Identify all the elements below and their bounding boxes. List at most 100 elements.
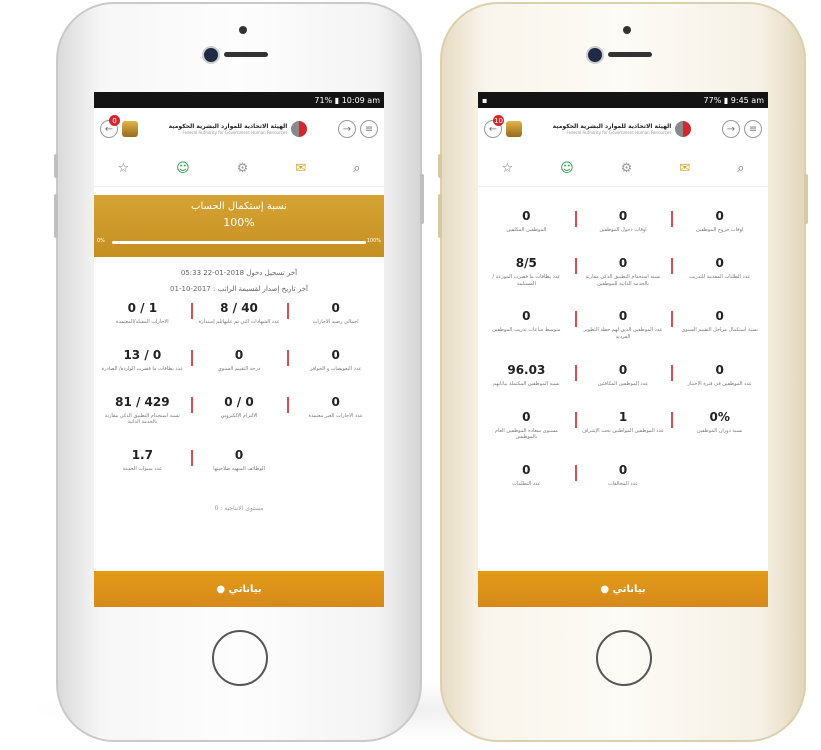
- app-header: ← 0 الهيئة الاتحادية للموارد البشرية الح…: [94, 108, 384, 150]
- stat-label: نسبة دوران الموظفين: [696, 427, 743, 434]
- productivity-level: مستوى الانتاجية : 0: [214, 504, 264, 512]
- stat-tile[interactable]: 0 الموظفين المكلفين: [478, 209, 575, 234]
- favorites-icon[interactable]: ☆: [501, 161, 513, 176]
- status-time: 71% ▮ 10:09 am: [314, 95, 380, 105]
- stat-label: نسبة استكمال مراحل التقييم السنوي: [681, 327, 759, 334]
- stat-label: نسبة استخدام التطبيق الذكي مقارنة بالخدم…: [104, 412, 180, 426]
- org-subtitle: Federal Authority for Government Human R…: [182, 129, 288, 135]
- home-button[interactable]: [212, 630, 268, 686]
- notification-badge[interactable]: 10: [493, 115, 504, 126]
- stat-value: 0: [522, 409, 531, 424]
- stat-label: متوسط ساعات تدريب الموظفين: [492, 327, 561, 334]
- search-icon[interactable]: ⌕: [353, 161, 360, 176]
- favorites-icon[interactable]: ☆: [117, 161, 129, 176]
- stat-tile[interactable]: 0 اجمالي رصيد الاجازات: [287, 301, 384, 326]
- stat-tile[interactable]: 0 عدد الموظفين الذين لهم خطة التطوير الفر…: [574, 309, 672, 341]
- app-screen: ▪ 77% ▮ 9:45 am ← 10 الهيئة الاتحادية لل…: [478, 92, 768, 607]
- stat-divider: [574, 311, 577, 328]
- menu-button[interactable]: ≡: [744, 120, 762, 138]
- stat-tile[interactable]: 0 عدد التظلمات: [478, 463, 575, 488]
- stat-tile[interactable]: 0 متوسط ساعات تدريب الموظفين: [478, 309, 575, 341]
- stat-label: الاجازات المقبله/المعتمدة: [116, 319, 169, 325]
- stat-label: اوقات دخول الموظفين: [599, 227, 647, 233]
- stat-label: الوظائف المتهية صلاحيتها: [213, 466, 265, 472]
- front-camera: [588, 48, 602, 62]
- menu-button[interactable]: ≡: [360, 120, 378, 138]
- forward-button[interactable]: →: [338, 120, 356, 138]
- stat-value: 0 / 1: [127, 301, 158, 315]
- front-camera: [204, 48, 218, 62]
- stat-tile[interactable]: 0 الوظائف المتهية صلاحيتها: [190, 448, 288, 473]
- stat-value: 8 / 40: [220, 301, 258, 315]
- home-button[interactable]: [596, 630, 652, 686]
- stat-divider: [574, 257, 577, 274]
- stat-tile[interactable]: 1 عدد الموظفين المواطنين تحت الإشراف: [574, 409, 672, 442]
- stat-label: اوقات خروج الموظفين: [696, 227, 744, 233]
- stat-tile[interactable]: 0 عدد الاجازات الغير معتمدة: [287, 395, 384, 427]
- stat-tile[interactable]: [671, 463, 768, 488]
- stat-value: 81 / 429: [115, 394, 170, 409]
- stat-tile[interactable]: 8 / 40 عدد الشهادات التي تم عليهاثلم إستد…: [190, 301, 288, 326]
- stat-label: مستوى سعادة الموظفين العام بالموظفين: [494, 427, 558, 441]
- progress-value: 100%: [223, 216, 255, 229]
- stat-tile[interactable]: 8/5 عدد بطاقات ما قصرت الموزعة / المستلمة: [478, 256, 575, 288]
- progress-min-label: 0%: [97, 238, 105, 244]
- stat-tile[interactable]: 0 درجة التقييم السنوي: [190, 347, 288, 373]
- stat-tile[interactable]: 0 نسبة استخدام التطبيق الذكي مقارنة بالخد…: [574, 256, 672, 288]
- org-subtitle: Federal Authority for Government Human R…: [566, 129, 672, 135]
- stat-tile[interactable]: 0 مستوى سعادة الموظفين العام بالموظفين: [478, 410, 575, 442]
- status-time: 77% ▮ 9:45 am: [703, 95, 764, 105]
- stat-tile[interactable]: 0 نسبة استكمال مراحل التقييم السنوي: [671, 309, 768, 341]
- stat-value: 0: [331, 394, 340, 409]
- stat-tile[interactable]: 81 / 429 نسبة استخدام التطبيق الذكي مقارن…: [94, 395, 191, 427]
- stat-value: 0: [234, 347, 244, 362]
- stat-tile[interactable]: 0 / 1 الاجازات المقبله/المعتمدة: [94, 301, 191, 326]
- org-name: الهيئة الاتحادية للموارد البشرية الحكومي…: [168, 122, 288, 130]
- stat-tile[interactable]: 0% نسبة دوران الموظفين: [671, 410, 768, 442]
- side-button: [54, 194, 58, 238]
- stat-tile[interactable]: 0 عدد المخالفات: [574, 463, 672, 488]
- last-login: آخر تسجيل دخول 2018-01-22 05:33: [180, 269, 298, 277]
- stat-label: نسبة استخدام التطبيق الذكي مقارنة بالخدم…: [585, 273, 661, 287]
- stat-label: عدد الاجازات الغير معتمدة: [308, 412, 363, 419]
- org-logo-icon: [675, 121, 692, 137]
- stat-tile[interactable]: 0 عدد الموظفين المكافئين: [574, 363, 672, 388]
- stat-divider: [574, 465, 577, 481]
- stat-tile[interactable]: 0 / 0 الالتزام الالكتروني: [190, 395, 288, 427]
- search-icon[interactable]: ⌕: [737, 161, 744, 176]
- stat-value: 0: [715, 309, 724, 324]
- org-logo: الهيئة الاتحادية للموارد البشرية الحكومي…: [169, 121, 308, 137]
- stat-label: درجة التقييم السنوي: [217, 365, 261, 372]
- messages-icon[interactable]: ✉: [295, 161, 306, 176]
- stat-tile[interactable]: 96.03 نسبة الموظفين المكتملة بياناتهم: [478, 363, 575, 388]
- menu-icon: ≡: [364, 123, 374, 135]
- stat-label: عدد الشهادات التي تم عليهاثلم إستدارة: [198, 319, 280, 325]
- stat-value: 0: [618, 463, 628, 477]
- stat-tile[interactable]: 13 / 0 عدد بطاقات ما قصرت الواردة/ الصادر…: [94, 348, 191, 373]
- stat-tile[interactable]: 0 عدد التعويضات و الحوافز: [287, 348, 384, 373]
- messages-icon[interactable]: ✉: [679, 161, 690, 176]
- stat-label: عدد الموظفين المكافئين: [597, 380, 649, 387]
- stat-tile[interactable]: 0 عدد الموظفين في فترة الاختبار: [671, 363, 768, 388]
- happiness-icon[interactable]: ☺: [560, 161, 574, 176]
- stat-value: 1: [618, 409, 628, 424]
- status-bar: ▪ 77% ▮ 9:45 am: [478, 92, 768, 108]
- stat-divider: [671, 257, 674, 274]
- forward-icon: →: [726, 123, 736, 135]
- app-screen: 71% ▮ 10:09 am ← 0 الهيئة الاتحادية للمو…: [94, 92, 384, 607]
- stat-label: عدد سنوات الخدمة: [122, 466, 163, 472]
- settings-icon[interactable]: ⚙: [621, 161, 633, 176]
- stat-tile[interactable]: [287, 448, 384, 473]
- phone-left: 71% ▮ 10:09 am ← 0 الهيئة الاتحادية للمو…: [54, 2, 424, 742]
- stat-tile[interactable]: 0 عدد الطلبات المقدمة للتدريب: [671, 256, 768, 288]
- settings-icon[interactable]: ⚙: [237, 161, 249, 176]
- stat-value: 0: [618, 209, 628, 223]
- stat-divider: [574, 211, 577, 227]
- stat-divider: [671, 211, 674, 227]
- happiness-icon[interactable]: ☺: [176, 161, 190, 176]
- stat-tile[interactable]: 0 اوقات دخول الموظفين: [574, 209, 672, 234]
- forward-button[interactable]: →: [722, 120, 740, 138]
- notification-badge[interactable]: 0: [109, 115, 120, 126]
- stat-tile[interactable]: 0 اوقات خروج الموظفين: [671, 209, 768, 234]
- stat-tile[interactable]: 1.7 عدد سنوات الخدمة: [94, 448, 191, 473]
